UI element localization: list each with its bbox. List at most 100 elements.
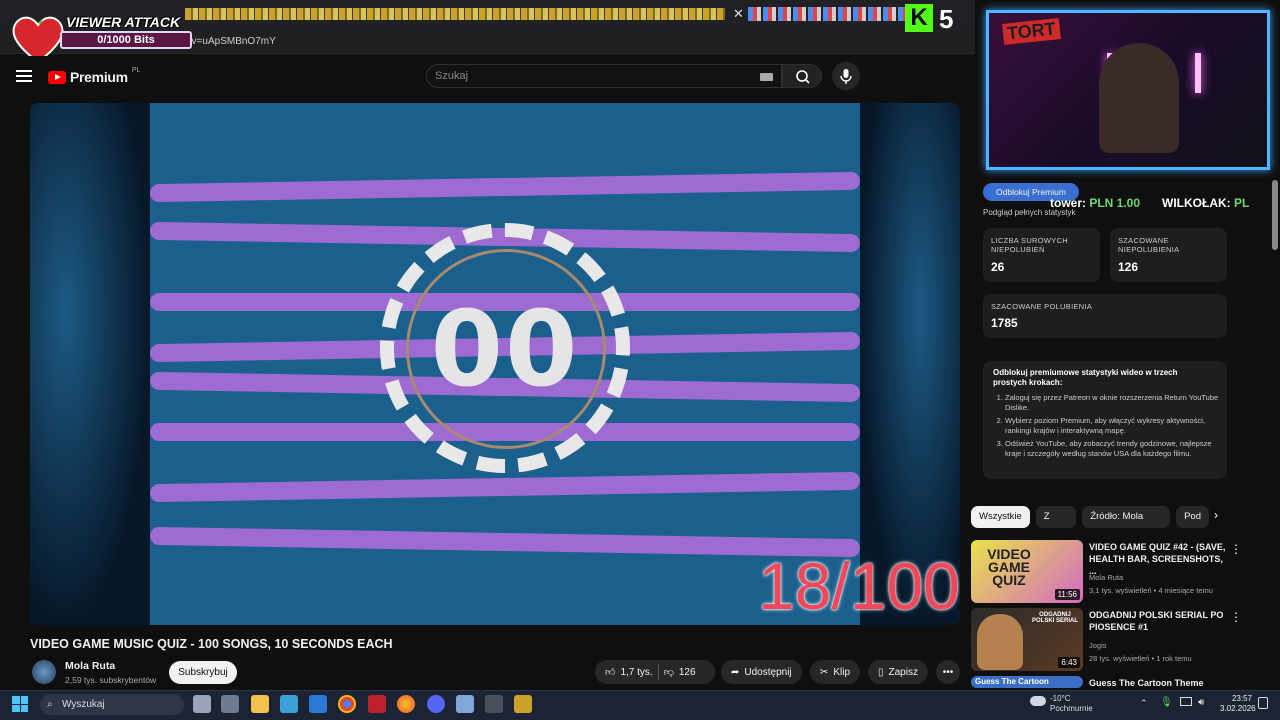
cloud-icon — [1030, 696, 1046, 706]
extension-icons[interactable] — [748, 7, 908, 21]
video-title[interactable]: Guess The Cartoon Theme — [1089, 677, 1229, 689]
chip-source[interactable]: Źródło: Mola Ruta — [1082, 506, 1171, 528]
pinned-tabs[interactable] — [185, 8, 725, 20]
weather-desc: Pochmurnie — [1050, 704, 1093, 713]
viewer-attack-widget: VIEWER ATTACK 0/1000 Bits — [8, 8, 192, 64]
chip-all[interactable]: Wszystkie — [971, 506, 1030, 528]
like-dislike-group: 👍︎ 1,7 tys. 👎︎ 126 — [595, 660, 715, 684]
channel-avatar[interactable] — [32, 660, 56, 684]
video-thumbnail[interactable]: Guess The Cartoon — [971, 676, 1083, 688]
question-counter: 18/100 — [758, 549, 960, 623]
store-icon[interactable] — [280, 695, 298, 713]
taskbar-search-placeholder: Wyszukaj — [62, 699, 105, 710]
video-title[interactable]: VIDEO GAME QUIZ #42 - (SAVE, HEALTH BAR,… — [1089, 541, 1229, 577]
file-explorer-icon[interactable] — [251, 695, 269, 713]
share-button[interactable]: ➦ Udostępnij — [721, 660, 802, 684]
clip-button[interactable]: ✂ Klip — [810, 660, 861, 684]
video-title[interactable]: ODGADNIJ POLSKI SERIAL PO PIOSENCE #1 — [1089, 609, 1229, 633]
donation-ticker-2: WILKOŁAK: PL — [1162, 196, 1249, 210]
video-thumbnail[interactable]: ODGADNIJ POLSKI SERIAL 6:43 — [971, 608, 1083, 671]
more-vertical-icon[interactable]: ⋮ — [1230, 542, 1242, 556]
channel-name[interactable]: Jogis — [1089, 641, 1107, 650]
app-icon-2[interactable] — [485, 695, 503, 713]
video-meta: 28 tys. wyświetleń • 1 rok temu — [1089, 654, 1192, 663]
close-tab-icon[interactable]: ✕ — [733, 6, 744, 22]
more-actions-button[interactable]: ••• — [936, 660, 960, 684]
like-count[interactable]: 1,7 tys. — [620, 667, 652, 678]
kick-logo-icon: K — [905, 4, 933, 32]
thumbnail-text: ODGADNIJ POLSKI SERIAL — [1031, 612, 1078, 624]
keyboard-icon[interactable] — [760, 73, 773, 81]
recommended-video[interactable]: VIDEO GAME QUIZ 11:56 VIDEO GAME QUIZ #4… — [971, 540, 1261, 604]
weather-temp: -10°C — [1050, 694, 1071, 703]
steps-heading: Odblokuj premiumowe statystyki wideo w t… — [993, 368, 1178, 387]
thumbs-down-icon[interactable]: 👎︎ — [664, 666, 674, 678]
recommended-video[interactable]: ODGADNIJ POLSKI SERIAL 6:43 ODGADNIJ POL… — [971, 608, 1261, 672]
stat-value: 26 — [991, 260, 1005, 274]
app-icon[interactable] — [221, 695, 239, 713]
chrome-icon[interactable] — [338, 695, 356, 713]
search-icon — [796, 70, 810, 84]
firefox-icon[interactable] — [397, 695, 415, 713]
more-dots-icon: ••• — [942, 666, 954, 678]
chevron-right-icon[interactable]: › — [1214, 508, 1218, 522]
stat-label: SZACOWANE NIEPOLUBIENIA — [1118, 236, 1180, 254]
share-arrow-icon: ➦ — [731, 666, 740, 678]
monitor-icon[interactable] — [1180, 697, 1192, 706]
countdown-digits: 00 — [430, 288, 580, 410]
taskbar-search[interactable]: ⌕ Wyszukaj — [40, 694, 184, 715]
clip-label: Klip — [833, 666, 851, 678]
more-vertical-icon[interactable]: ⋮ — [1230, 610, 1242, 624]
volume-icon[interactable]: 🔊︎ — [1198, 697, 1204, 708]
webcam-overlay: TORT — [986, 10, 1270, 170]
steps-list: Zaloguj się przez Patreon w oknie rozsze… — [995, 393, 1220, 462]
subscriber-count: 2,59 tys. subskrybentów — [65, 675, 157, 685]
step-item: Wybierz poziom Premium, aby włączyć wykr… — [1005, 416, 1220, 435]
viewer-attack-title: VIEWER ATTACK — [66, 14, 181, 30]
microphone-tray-icon[interactable]: 🎙︎ — [1160, 697, 1173, 708]
chip-series[interactable]: Z serii — [1035, 506, 1077, 528]
chevron-up-icon[interactable]: ⌃ — [1140, 698, 1148, 709]
estimated-likes-card: SZACOWANE POLUBIENIA 1785 — [983, 294, 1227, 338]
save-button[interactable]: ▯ Zapisz — [868, 660, 928, 684]
ticker-amount: PLN 1.00 — [1089, 196, 1141, 210]
clock-date: 3.02.2026 — [1220, 704, 1256, 713]
system-clock[interactable]: 23:57 3.02.2026 — [1220, 694, 1256, 714]
sidebar-scrollbar[interactable] — [1272, 180, 1278, 250]
dislike-count[interactable]: 126 — [679, 667, 696, 678]
premium-steps-card: Odblokuj premiumowe statystyki wideo w t… — [983, 361, 1227, 479]
recommended-video[interactable]: Guess The Cartoon Guess The Cartoon Them… — [971, 676, 1261, 688]
voice-search-button[interactable] — [832, 62, 860, 90]
photos-icon[interactable] — [456, 695, 474, 713]
share-label: Udostępnij — [744, 666, 792, 678]
stat-label: SZACOWANE POLUBIENIA — [991, 302, 1093, 311]
task-view-icon[interactable] — [193, 695, 211, 713]
notification-icon[interactable] — [1258, 697, 1268, 709]
search-button[interactable] — [782, 64, 822, 88]
mail-icon[interactable] — [309, 695, 327, 713]
hamburger-menu-icon[interactable] — [16, 70, 32, 82]
youtube-premium-logo[interactable]: Premium PL — [48, 66, 141, 85]
divider — [657, 664, 659, 680]
subscribe-button[interactable]: Subskrybuj — [169, 661, 237, 684]
video-player[interactable]: 00 18/100 — [30, 103, 960, 625]
save-label: Zapisz — [888, 666, 918, 678]
donation-ticker: tower: PLN 1.00 — [1050, 196, 1140, 210]
url-text: ?v=uApSMBnO7mY — [186, 36, 276, 47]
discord-icon[interactable] — [427, 695, 445, 713]
scissors-icon: ✂ — [820, 666, 829, 678]
channel-name[interactable]: Mola Ruta — [65, 660, 115, 672]
led-light — [1195, 53, 1201, 93]
recording-app-icon[interactable] — [368, 695, 386, 713]
thumbs-up-icon[interactable]: 👍︎ — [605, 666, 615, 678]
search-placeholder: Szukaj — [435, 70, 469, 82]
app-icon-3[interactable] — [514, 695, 532, 713]
video-thumbnail[interactable]: VIDEO GAME QUIZ 11:56 — [971, 540, 1083, 603]
windows-start-icon[interactable] — [12, 696, 28, 712]
logo-region: PL — [131, 66, 141, 74]
stat-value: 126 — [1118, 260, 1139, 274]
raw-dislikes-card: LICZBA SUROWYCH NIEPOLUBIEŃ 26 — [983, 228, 1100, 282]
channel-name[interactable]: Mola Ruta — [1089, 573, 1123, 582]
search-input[interactable]: Szukaj — [426, 64, 782, 88]
chip-related[interactable]: Pod — [1176, 506, 1209, 528]
